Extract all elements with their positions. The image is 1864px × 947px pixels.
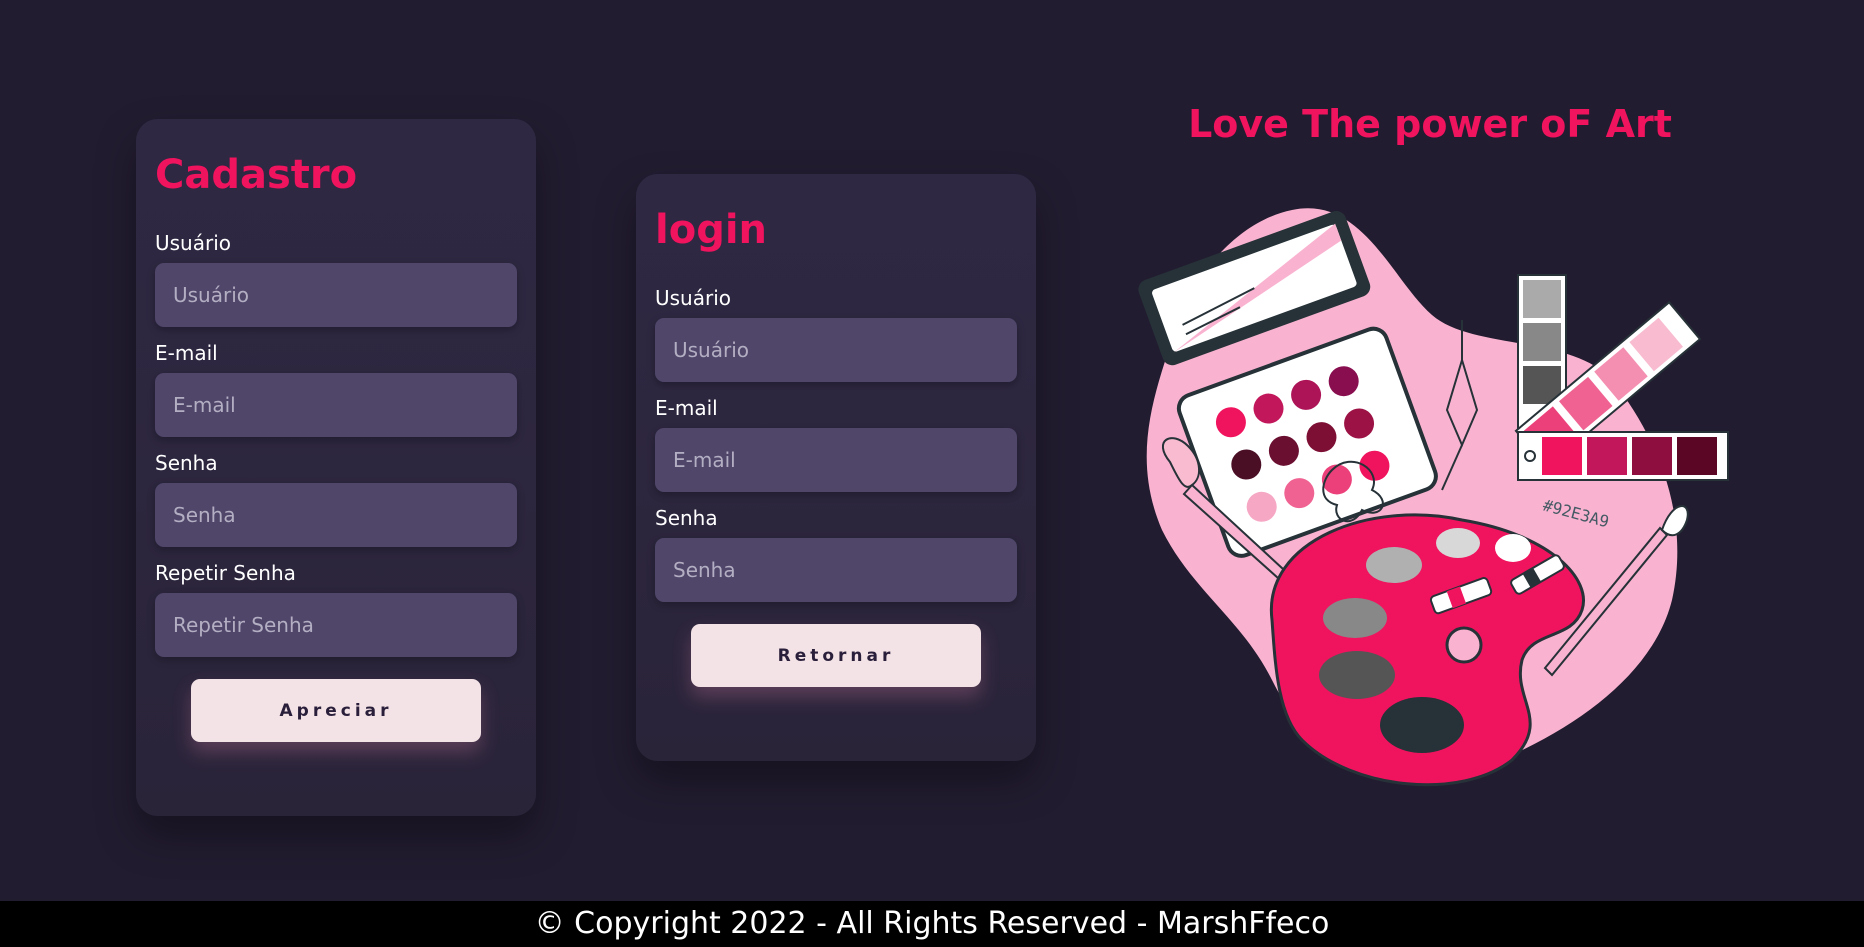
signup-email-input[interactable] (155, 373, 517, 437)
signup-title: Cadastro (155, 152, 358, 198)
login-email-input[interactable] (655, 428, 1017, 492)
signup-repeat-password-label: Repetir Senha (155, 561, 296, 585)
signup-repeat-password-input[interactable] (155, 593, 517, 657)
signup-password-label: Senha (155, 451, 218, 475)
art-supplies-illustration: #92E3A9 (1138, 208, 1729, 787)
login-email-label: E-mail (655, 396, 718, 420)
footer-copyright: © Copyright 2022 - All Rights Reserved -… (0, 901, 1864, 947)
signup-password-input[interactable] (155, 483, 517, 547)
signup-card: Cadastro Usuário E-mail Senha Repetir Se… (136, 119, 536, 816)
login-user-input[interactable] (655, 318, 1017, 382)
return-button[interactable]: Retornar (691, 624, 981, 687)
color-swatches-icon (1514, 274, 1729, 481)
login-card: login Usuário E-mail Senha Retornar (636, 174, 1036, 761)
appreciate-button[interactable]: Apreciar (191, 679, 481, 742)
signup-user-input[interactable] (155, 263, 517, 327)
login-user-label: Usuário (655, 286, 732, 310)
signup-email-label: E-mail (155, 341, 218, 365)
login-password-input[interactable] (655, 538, 1017, 602)
hero-title: Love The power oF Art (1188, 102, 1672, 146)
signup-user-label: Usuário (155, 231, 232, 255)
login-title: login (655, 207, 768, 253)
login-password-label: Senha (655, 506, 718, 530)
